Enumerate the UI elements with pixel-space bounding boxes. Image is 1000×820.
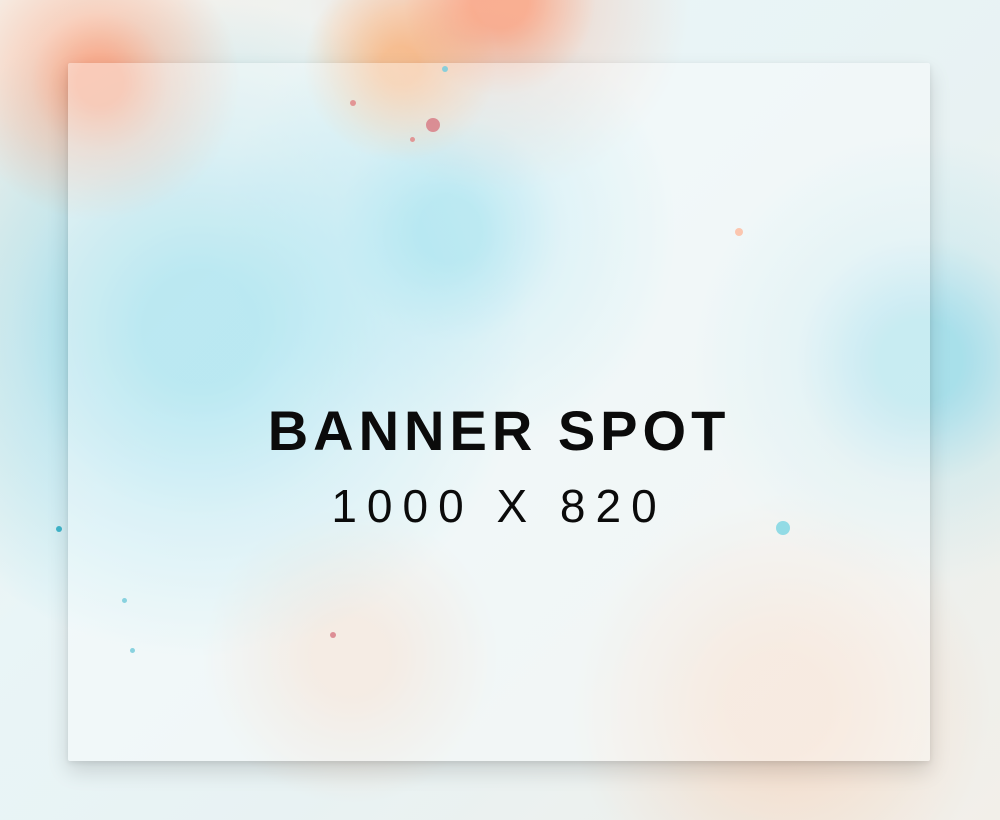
banner-panel: BANNER SPOT 1000 X 820 [68,63,930,761]
banner-size-text: 1000 X 820 [331,480,667,532]
banner-headline: BANNER SPOT [267,399,731,462]
banner-content: BANNER SPOT 1000 X 820 [68,399,930,532]
